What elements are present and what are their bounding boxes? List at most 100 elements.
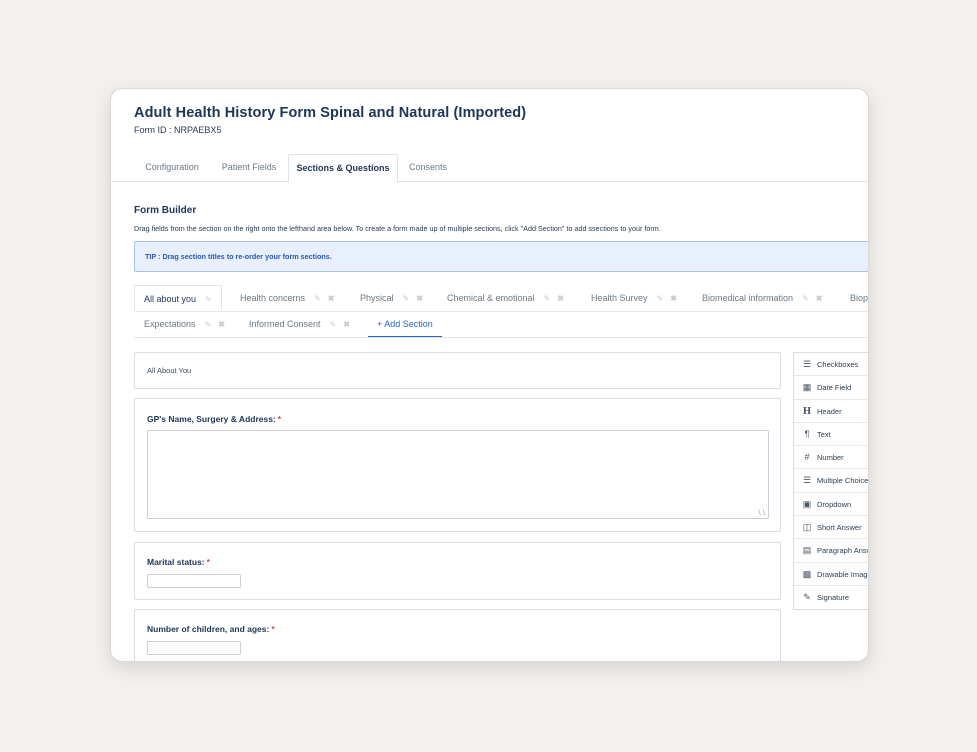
dropdown-icon: ▣ bbox=[802, 498, 812, 509]
edit-pencil-icon[interactable]: ✎ bbox=[330, 312, 337, 338]
gp-address-textarea[interactable]: ∖∖ bbox=[147, 430, 769, 519]
question-card-children[interactable]: Number of children, and ages: * bbox=[134, 609, 781, 661]
palette-item-date-field[interactable]: ▦ Date Field bbox=[794, 376, 868, 400]
palette-item-number[interactable]: # Number bbox=[794, 446, 868, 470]
tab-patient-fields[interactable]: Patient Fields bbox=[212, 154, 286, 182]
section-heading-text: All About You bbox=[147, 366, 192, 375]
delete-x-icon[interactable]: ✖ bbox=[416, 286, 423, 312]
section-tab-label: Chemical & emotional bbox=[447, 293, 535, 303]
palette-item-label: Drawable Image bbox=[817, 569, 869, 579]
palette-item-label: Multiple Choice bbox=[817, 476, 869, 486]
section-tab-label: Health concerns bbox=[240, 293, 306, 303]
form-editor-window: Adult Health History Form Spinal and Nat… bbox=[110, 88, 869, 662]
edit-pencil-icon[interactable]: ✎ bbox=[205, 312, 212, 338]
palette-item-checkboxes[interactable]: ☰ Checkboxes bbox=[794, 353, 868, 377]
palette-item-label: Number bbox=[817, 453, 844, 463]
required-mark: * bbox=[206, 557, 210, 567]
calendar-icon: ▦ bbox=[802, 382, 812, 393]
main-tabs: Configuration Patient Fields Sections & … bbox=[111, 154, 868, 183]
required-mark: * bbox=[277, 414, 282, 424]
section-tab-label: Biomedical information bbox=[702, 293, 794, 303]
palette-item-multiple-choice[interactable]: ☰ Multiple Choice bbox=[794, 469, 869, 493]
edit-pencil-icon[interactable]: ✎ bbox=[314, 286, 321, 312]
hash-icon: # bbox=[804, 452, 810, 463]
tab-configuration[interactable]: Configuration bbox=[134, 154, 210, 182]
palette-item-label: Paragraph Answer bbox=[817, 546, 868, 556]
page-title: Adult Health History Form Spinal and Nat… bbox=[134, 105, 527, 121]
section-tab-physical[interactable]: Physical ✎ ✖ bbox=[360, 285, 423, 311]
question-label: Number of children, and ages: * bbox=[147, 624, 275, 634]
palette-item-label: Header bbox=[817, 406, 842, 416]
pencil-icon: ✎ bbox=[803, 591, 811, 602]
marital-status-input[interactable] bbox=[147, 574, 241, 588]
delete-x-icon[interactable]: ✖ bbox=[218, 312, 225, 338]
palette-item-drawable-image[interactable]: ▩ Drawable Image bbox=[794, 563, 869, 586]
delete-x-icon[interactable]: ✖ bbox=[328, 286, 335, 312]
tab-sections-questions[interactable]: Sections & Questions bbox=[288, 154, 398, 183]
section-tab-label: Biop bbox=[850, 293, 869, 303]
edit-pencil-icon[interactable]: ✎ bbox=[802, 286, 809, 312]
paragraph-icon: ▤ bbox=[802, 545, 812, 556]
palette-item-short-answer[interactable]: ◫ Short Answer bbox=[794, 516, 868, 540]
section-tab-all-about-you[interactable]: All about you ✎ bbox=[134, 285, 222, 311]
palette-item-signature[interactable]: ✎ Signature bbox=[794, 586, 868, 609]
image-icon: ▩ bbox=[802, 568, 812, 579]
question-card-gp[interactable]: GP's Name, Surgery & Address: * ∖∖ bbox=[134, 398, 781, 532]
divider bbox=[134, 337, 868, 338]
delete-x-icon[interactable]: ✖ bbox=[670, 286, 677, 312]
section-tab-expectations[interactable]: Expectations ✎ ✖ bbox=[144, 311, 225, 337]
section-tab-health-survey[interactable]: Health Survey ✎ ✖ bbox=[591, 285, 677, 311]
header-icon: H bbox=[802, 406, 812, 417]
pilcrow-icon: ¶ bbox=[804, 428, 810, 439]
edit-pencil-icon[interactable]: ✎ bbox=[403, 286, 410, 312]
add-section-button[interactable]: + Add Section bbox=[368, 311, 442, 337]
edit-pencil-icon[interactable]: ✎ bbox=[544, 286, 551, 312]
section-tab-informed-consent[interactable]: Informed Consent ✎ ✖ bbox=[249, 311, 350, 337]
section-tab-health-concerns[interactable]: Health concerns ✎ ✖ bbox=[240, 285, 334, 311]
palette-item-label: Text bbox=[817, 429, 831, 439]
palette-item-label: Short Answer bbox=[817, 523, 862, 533]
delete-x-icon[interactable]: ✖ bbox=[343, 312, 350, 338]
section-tab-label: Physical bbox=[360, 293, 394, 303]
required-mark: * bbox=[271, 624, 275, 634]
children-ages-input[interactable] bbox=[147, 641, 241, 655]
palette-item-label: Checkboxes bbox=[817, 360, 859, 369]
edit-pencil-icon[interactable]: ✎ bbox=[205, 287, 212, 313]
section-heading-card[interactable]: All About You bbox=[134, 352, 781, 389]
palette-item-label: Dropdown bbox=[817, 499, 852, 509]
checkbox-list-icon: ☰ bbox=[802, 359, 812, 369]
list-icon: ☰ bbox=[802, 475, 812, 486]
resize-grip-icon[interactable]: ∖∖ bbox=[757, 509, 766, 517]
section-tab-label: Informed Consent bbox=[249, 319, 321, 329]
section-tabs-row-1: All about you ✎ Health concerns ✎ ✖ Physica… bbox=[111, 285, 868, 311]
palette-item-text[interactable]: ¶ Text bbox=[794, 423, 868, 447]
question-text: Marital status: bbox=[147, 557, 205, 567]
section-tab-chemical-emotional[interactable]: Chemical & emotional ✎ ✖ bbox=[447, 285, 564, 311]
palette-item-header[interactable]: H Header bbox=[794, 400, 868, 423]
form-builder-heading: Form Builder bbox=[134, 205, 197, 216]
section-tab-label: All about you bbox=[144, 294, 197, 304]
palette-item-dropdown[interactable]: ▣ Dropdown bbox=[794, 493, 868, 517]
section-tab-biop[interactable]: Biop bbox=[850, 285, 868, 311]
section-tab-label: Health Survey bbox=[591, 293, 648, 303]
section-tabs-row-2: Expectations ✎ ✖ Informed Consent ✎ ✖ + Add … bbox=[111, 311, 868, 337]
edit-pencil-icon[interactable]: ✎ bbox=[657, 286, 664, 312]
form-id-label: Form ID : NRPAEBX5 bbox=[134, 125, 222, 135]
short-answer-icon: ◫ bbox=[802, 522, 812, 533]
question-text: Number of children, and ages: bbox=[147, 624, 270, 634]
palette-item-paragraph-answer[interactable]: ▤ Paragraph Answer bbox=[794, 539, 868, 563]
field-palette: ☰ Checkboxes ▦ Date Field H Header ¶ Text # N… bbox=[793, 352, 869, 611]
question-card-marital-status[interactable]: Marital status: * bbox=[134, 542, 781, 600]
question-label: Marital status: * bbox=[147, 557, 210, 567]
delete-x-icon[interactable]: ✖ bbox=[557, 286, 564, 312]
delete-x-icon[interactable]: ✖ bbox=[816, 286, 823, 312]
question-text: GP's Name, Surgery & Address: bbox=[147, 414, 276, 424]
palette-item-label: Date Field bbox=[817, 383, 852, 393]
tab-consents[interactable]: Consents bbox=[400, 154, 456, 182]
form-builder-description: Drag fields from the section on the righ… bbox=[134, 224, 661, 233]
section-tab-biomedical-information[interactable]: Biomedical information ✎ ✖ bbox=[702, 285, 822, 311]
question-label: GP's Name, Surgery & Address: * bbox=[147, 414, 281, 424]
palette-item-label: Signature bbox=[817, 592, 850, 602]
section-tab-label: Expectations bbox=[144, 319, 196, 329]
tip-banner: TIP : Drag section titles to re-order yo… bbox=[134, 241, 868, 272]
